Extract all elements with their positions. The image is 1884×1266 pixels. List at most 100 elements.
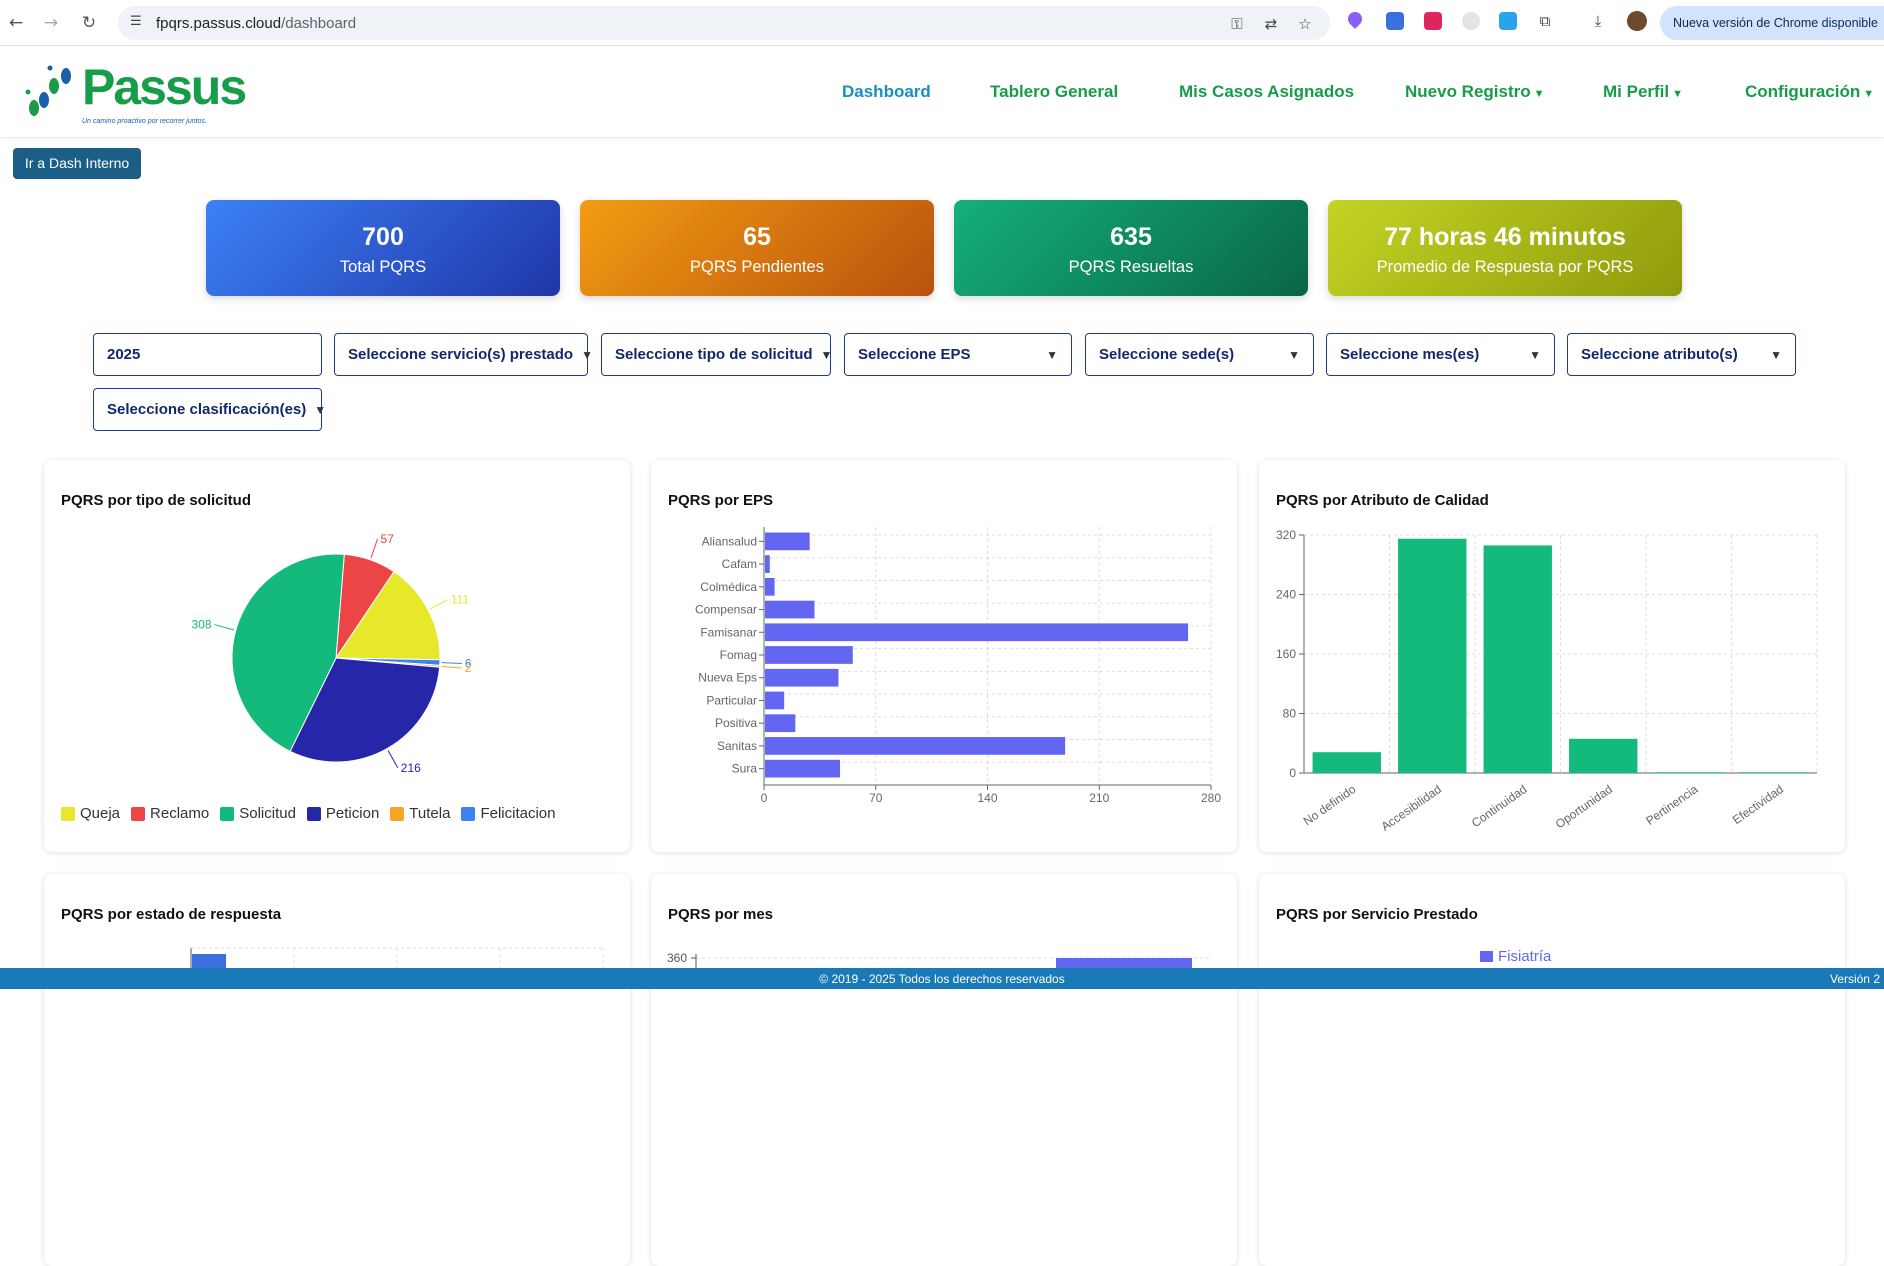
eps-bar [765,555,770,573]
pie-label-line [214,624,234,631]
year-input[interactable]: 2025 [93,333,322,376]
servicio-label: Seleccione servicio(s) prestado [348,346,574,363]
forward-icon[interactable]: → [39,11,63,35]
clasificacion-label: Seleccione clasificación(es) [107,401,307,418]
eps-select[interactable]: Seleccione EPS ▼ [844,333,1072,376]
pie-label-line [370,538,378,559]
pie-data-label: 2 [465,661,472,675]
key-icon[interactable]: ⚿ [1228,15,1246,33]
profile-avatar[interactable] [1627,11,1647,31]
pie-data-label: 308 [191,618,211,632]
browser-toolbar: ← → ↻ ☰ fpqrs.passus.cloud/dashboard ⚿ ⇄… [0,0,1884,46]
card-atributo: PQRS por Atributo de Calidad 0 80 160 240 32… [1259,460,1845,852]
caret-down-icon: ▼ [1672,88,1684,100]
kpi-label: Promedio de Respuesta por PQRS [1376,258,1634,276]
eps-bar [765,714,796,733]
legend-label: Tutela [409,805,451,822]
nav-tablero-general[interactable]: Tablero General [990,82,1118,102]
legend-item[interactable]: Solicitud [220,805,296,822]
pie-legend: Queja Reclamo Solicitud Peticion Tutela Felic… [61,805,555,822]
extension-fi-icon[interactable] [1499,12,1517,30]
site-header: Passus Un camino proactivo por recorrer … [0,46,1884,138]
eps-bar [765,532,810,551]
card-title: PQRS por Servicio Prestado [1276,906,1478,923]
caret-down-icon: ▼ [1533,88,1545,100]
mes-label: Seleccione mes(es) [1340,346,1480,363]
extension-gray-icon[interactable] [1462,12,1480,30]
extensions-puzzle-icon[interactable]: ⧉ [1536,12,1554,30]
download-icon[interactable]: ⤓ [1589,12,1607,30]
chrome-update-button[interactable]: Nueva versión de Chrome disponible [1660,6,1884,40]
legend-item[interactable]: Peticion [306,805,380,822]
legend-swatch [390,806,405,821]
reload-icon[interactable]: ↻ [77,11,101,35]
kpi-resueltas: 635 PQRS Resueltas [954,200,1308,296]
legend-label: Solicitud [239,805,296,822]
address-bar[interactable]: ☰ fpqrs.passus.cloud/dashboard ⚿ ⇄ ☆ [118,6,1330,40]
legend-swatch [306,806,321,821]
extension-drop-icon[interactable] [1345,9,1365,29]
mes-select[interactable]: Seleccione mes(es) ▼ [1326,333,1555,376]
footprints-icon [25,65,71,116]
nav-nuevo-registro[interactable]: Nuevo Registro ▼ [1405,82,1545,102]
footer-version: Versión 2 [1829,972,1880,986]
eps-bar [765,759,841,778]
x-tick-label: 140 [977,791,997,805]
pie-label-line [441,665,462,669]
y-tick-label: Colmédica [700,580,757,594]
passus-logo[interactable]: Passus Un camino proactivo por recorrer … [20,56,247,130]
x-tick-label: 210 [1089,791,1109,805]
atributo-bar [1569,738,1638,773]
nav-dashboard[interactable]: Dashboard [842,82,931,102]
legend-label: Peticion [325,805,380,822]
atributo-select[interactable]: Seleccione atributo(s) ▼ [1567,333,1796,376]
legend-item[interactable]: Felicitacion [461,805,555,822]
legend-item[interactable]: Reclamo [131,805,209,822]
tipo-select[interactable]: Seleccione tipo de solicitud ▼ [601,333,832,376]
atributo-bar [1312,752,1381,773]
atributo-bar [1740,772,1809,774]
eps-label: Seleccione EPS [858,346,971,363]
y-tick-label: Famisanar [700,625,757,639]
atributo-bar [1654,772,1723,774]
legend-swatch [131,806,146,821]
nav-mi-perfil[interactable]: Mi Perfil ▼ [1603,82,1683,102]
footer: © 2019 - 2025 Todos los derechos reserva… [0,968,1884,989]
y-tick-label: 160 [1276,647,1296,661]
nav-mis-casos[interactable]: Mis Casos Asignados [1179,82,1354,102]
y-tick-label: Particular [706,693,757,707]
pie-chart: 5711162216308 [191,532,472,775]
nav-configuracion[interactable]: Configuración ▼ [1745,82,1874,102]
card-estado-respuesta: PQRS por estado de respuesta [44,874,630,1266]
pie-data-label: 57 [381,532,395,546]
kpi-value: 635 [1110,223,1152,251]
card-mes: PQRS por mes 360 [651,874,1237,1266]
kpi-label: Total PQRS [339,258,427,276]
star-icon[interactable]: ☆ [1296,15,1314,33]
dropdown-arrow-icon: ▼ [314,402,327,417]
url-path: /dashboard [281,15,357,32]
clasificacion-select[interactable]: Seleccione clasificación(es) ▼ [93,388,326,431]
legend-item[interactable]: Tutela [390,805,450,822]
y-tick-label: 320 [1276,528,1296,542]
x-tick-label: No definido [1301,782,1359,828]
legend-swatch [1480,951,1493,962]
legend-item[interactable]: Queja [61,805,120,822]
sede-select[interactable]: Seleccione sede(s) ▼ [1085,333,1314,376]
kpi-promedio: 77 horas 46 minutos Promedio de Respuest… [1328,200,1682,296]
atributo-bar [1398,538,1467,773]
extension-x-icon[interactable] [1424,12,1442,30]
logo-tagline: Un camino proactivo por recorrer juntos. [82,118,207,125]
kpi-label: PQRS Pendientes [690,258,824,276]
site-info-icon[interactable]: ☰ [130,14,148,32]
back-icon[interactable]: ← [4,11,28,35]
servicio-select[interactable]: Seleccione servicio(s) prestado ▼ [334,333,593,376]
dash-interno-button[interactable]: Ir a Dash Interno [13,148,141,179]
translate-icon[interactable]: ⇄ [1262,15,1280,33]
dropdown-arrow-icon: ▼ [1288,347,1300,362]
pie-data-label: 111 [451,593,470,607]
x-tick-label: Efectividad [1730,782,1786,827]
extension-blue-icon[interactable] [1386,12,1404,30]
tipo-label: Seleccione tipo de solicitud [615,346,813,363]
x-tick-label: 70 [869,791,883,805]
